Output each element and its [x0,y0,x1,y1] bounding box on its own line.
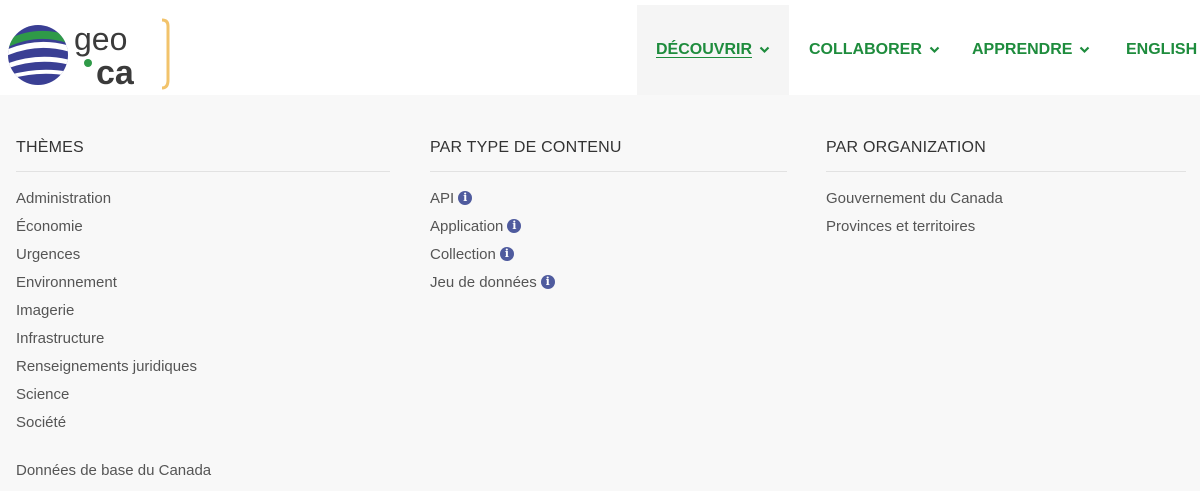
theme-link[interactable]: Renseignements juridiques [16,357,390,385]
content-type-label: Application [430,218,504,235]
nav-collaborer[interactable]: COLLABORER [809,5,940,95]
content-type-link[interactable]: Application i [430,217,787,245]
site-header: geo ca DÉCOUVRIR COLLABORER APPRENDRE EN… [0,0,1200,95]
info-icon[interactable]: i [540,275,555,289]
content-type-label: Jeu de données [430,274,537,291]
theme-link[interactable]: Urgences [16,245,390,273]
geo-ca-logo[interactable]: geo ca [6,18,176,92]
mega-menu: THÈMES Administration Économie Urgences … [0,95,1200,491]
organization-link[interactable]: Gouvernement du Canada [826,189,1186,217]
nav-apprendre[interactable]: APPRENDRE [972,5,1090,95]
nav-english-label: ENGLISH [1126,41,1198,58]
content-type-link[interactable]: Collection i [430,245,787,273]
content-type-column: PAR TYPE DE CONTENU API i Application i … [430,139,787,301]
theme-link[interactable]: Économie [16,217,390,245]
donnees-de-base-link[interactable]: Données de base du Canada [16,461,390,489]
organization-column: PAR ORGANIZATION Gouvernement du Canada … [826,139,1186,245]
organization-link[interactable]: Provinces et territoires [826,217,1186,245]
theme-link[interactable]: Science [16,385,390,413]
nav-decouvrir[interactable]: DÉCOUVRIR [637,5,789,95]
logo-text-ca: ca [96,54,135,92]
content-type-label: API [430,190,455,207]
theme-link[interactable]: Infrastructure [16,329,390,357]
content-type-link[interactable]: API i [430,189,787,217]
content-type-label: Collection [430,246,496,263]
nav-apprendre-label: APPRENDRE [972,41,1073,58]
content-type-heading: PAR TYPE DE CONTENU [430,139,787,172]
themes-heading: THÈMES [16,139,390,172]
chevron-down-icon [1080,46,1090,54]
info-icon[interactable]: i [507,219,522,233]
info-icon[interactable]: i [458,191,473,205]
content-type-link[interactable]: Jeu de données i [430,273,787,301]
theme-link[interactable]: Environnement [16,273,390,301]
logo-text-geo: geo [74,21,127,57]
nav-decouvrir-label: DÉCOUVRIR [655,41,752,58]
theme-link[interactable]: Administration [16,189,390,217]
globe-icon: geo ca [8,18,170,92]
nav-collaborer-label: COLLABORER [809,41,922,58]
themes-column: THÈMES Administration Économie Urgences … [16,139,390,489]
theme-link[interactable]: Société [16,413,390,441]
theme-link[interactable]: Imagerie [16,301,390,329]
chevron-down-icon [929,46,940,54]
chevron-down-icon [759,46,770,54]
info-icon[interactable]: i [499,247,514,261]
nav-english[interactable]: ENGLISH [1126,5,1197,95]
organization-heading: PAR ORGANIZATION [826,139,1186,172]
